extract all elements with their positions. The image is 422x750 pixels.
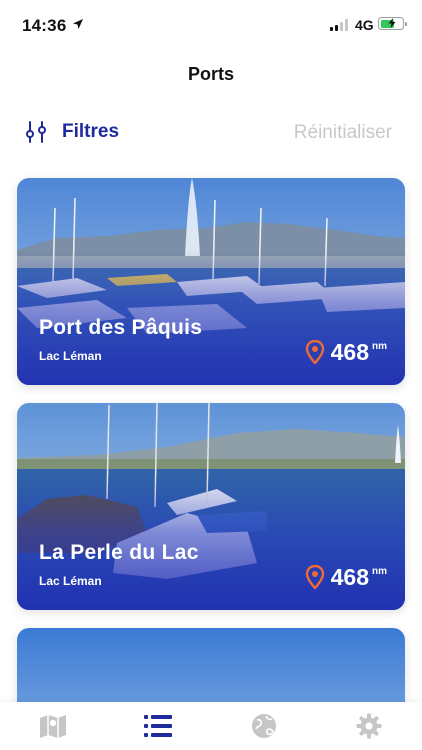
page-title: Ports	[187, 64, 234, 84]
distance-value: 468	[330, 339, 369, 365]
lake-name: Lac Léman	[39, 574, 102, 588]
distance-unit: nm	[372, 566, 387, 577]
port-card[interactable]: La Perle du Lac Lac Léman 468 nm	[17, 403, 405, 610]
status-bar: 14:36 4G	[0, 0, 422, 50]
port-card[interactable]: Port des Pâquis Lac Léman 468 nm	[17, 178, 405, 385]
location-pin-icon	[305, 565, 324, 589]
status-time: 14:36	[22, 16, 67, 35]
distance-value: 468	[330, 564, 369, 590]
port-name: Port des Pâquis	[39, 316, 203, 339]
globe-icon	[251, 714, 276, 738]
port-name: La Perle du Lac	[39, 541, 199, 564]
location-arrow-icon	[73, 19, 83, 29]
tab-settings[interactable]	[317, 702, 422, 750]
map-icon	[39, 715, 66, 738]
battery-icon	[378, 17, 407, 30]
tab-globe[interactable]	[211, 702, 317, 750]
port-distance: 468 nm	[305, 564, 387, 590]
reset-button[interactable]: Réinitialiser	[294, 122, 392, 144]
port-distance: 468 nm	[305, 339, 387, 365]
gear-icon	[356, 713, 382, 739]
tab-bar	[0, 702, 422, 750]
tab-map[interactable]	[0, 702, 106, 750]
filters-button[interactable]: Filtres	[24, 120, 119, 144]
list-icon	[144, 715, 173, 737]
port-list: Port des Pâquis Lac Léman 468 nm La Perl…	[17, 178, 405, 736]
sliders-icon	[26, 121, 46, 143]
lake-name: Lac Léman	[39, 349, 102, 363]
location-pin-icon	[305, 340, 324, 364]
distance-unit: nm	[372, 341, 387, 352]
filters-label: Filtres	[62, 121, 120, 142]
network-type: 4G	[355, 17, 374, 33]
tab-list[interactable]	[106, 702, 212, 750]
signal-strength-icon	[330, 19, 348, 31]
